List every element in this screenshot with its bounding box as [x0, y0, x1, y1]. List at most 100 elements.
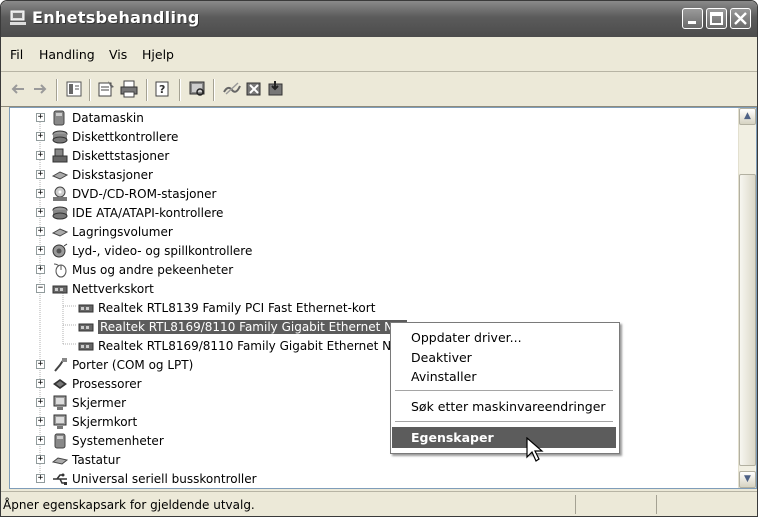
network-adapter-icon [78, 323, 94, 332]
tree-item-sound-video-game[interactable]: + Lyd-, video- og spillkontrollere [10, 242, 730, 261]
disable-device-icon[interactable] [223, 80, 241, 98]
expand-toggle[interactable]: + [36, 246, 45, 255]
expand-toggle[interactable]: + [36, 189, 45, 198]
tree-item-realtek-8169[interactable]: Realtek RTL8169/8110 Family Gigabit Ethe… [10, 337, 730, 356]
tree-item-system-devices[interactable]: + Systemenheter [10, 432, 730, 451]
maximize-button[interactable] [706, 8, 727, 29]
status-panel [575, 495, 656, 514]
tree-item-label: Diskstasjoner [72, 168, 153, 182]
menu-file[interactable]: Fil [10, 47, 23, 62]
expand-toggle[interactable]: + [36, 227, 45, 236]
toolbar-separator [89, 79, 91, 101]
back-arrow-icon[interactable] [9, 80, 27, 98]
expand-toggle[interactable]: + [36, 132, 45, 141]
tree-item-label: Realtek RTL8139 Family PCI Fast Ethernet… [98, 301, 376, 315]
update-driver-icon[interactable] [267, 80, 285, 98]
expand-toggle[interactable]: + [36, 398, 45, 407]
expand-toggle[interactable]: + [36, 360, 45, 369]
tree-item-label: IDE ATA/ATAPI-kontrollere [72, 206, 224, 220]
computer-icon [53, 110, 65, 126]
window-title: Enhetsbehandling [32, 8, 200, 27]
scroll-up-button[interactable]: ▲ [739, 108, 756, 125]
toolbar-separator [56, 79, 58, 101]
tree-item-label: Porter (COM og LPT) [72, 358, 194, 372]
tree-item-dvd-cd-drives[interactable]: + DVD-/CD-ROM-stasjoner [10, 185, 730, 204]
maximize-icon [710, 12, 723, 25]
expand-toggle[interactable]: + [36, 170, 45, 179]
svg-text:?: ? [159, 83, 165, 96]
tree-item-floppy-controllers[interactable]: + Diskettkontrollere [10, 128, 730, 147]
expand-toggle[interactable]: + [36, 379, 45, 388]
expand-toggle[interactable]: + [36, 265, 45, 274]
menu-separator [395, 421, 613, 422]
menu-view[interactable]: Vis [109, 47, 127, 62]
tree-item-mice[interactable]: + Mus og andre pekeenheter [10, 261, 730, 280]
tree-item-label: Diskettstasjoner [72, 149, 170, 163]
device-manager-window: Enhetsbehandling Fil Handling Vis Hjelp … [0, 0, 758, 517]
close-button[interactable] [730, 8, 751, 29]
tree-item-ports[interactable]: + Porter (COM og LPT) [10, 356, 730, 375]
properties-icon[interactable] [97, 80, 115, 98]
expand-toggle[interactable]: + [36, 436, 45, 445]
chevron-up-icon: ▲ [744, 111, 751, 121]
scroll-thumb[interactable] [739, 174, 756, 466]
tree-item-realtek-8139[interactable]: Realtek RTL8139 Family PCI Fast Ethernet… [10, 299, 730, 318]
tree-item-label: Prosessorer [72, 377, 142, 391]
vertical-scrollbar[interactable]: ▲ ▼ [738, 108, 756, 488]
tree-view-icon[interactable] [65, 80, 83, 98]
scroll-down-button[interactable]: ▼ [739, 471, 756, 488]
toolbar: ? [1, 72, 757, 107]
collapse-toggle[interactable]: − [36, 284, 45, 293]
expand-toggle[interactable]: + [36, 455, 45, 464]
tree-item-usb-controllers[interactable]: + Universal seriell busskontroller [10, 470, 730, 488]
computer-manager-icon [10, 10, 26, 25]
tree-item-keyboards[interactable]: + Tastatur [10, 451, 730, 470]
uninstall-icon[interactable] [245, 80, 263, 98]
scan-hardware-icon[interactable] [188, 80, 206, 98]
tree-item-display-adapters[interactable]: + Skjermkort [10, 413, 730, 432]
forward-arrow-icon[interactable] [31, 80, 49, 98]
keyboard-icon [52, 457, 68, 465]
menu-properties[interactable]: Egenskaper [392, 427, 616, 448]
expand-toggle[interactable]: + [36, 151, 45, 160]
toolbar-separator [146, 79, 148, 101]
tree-item-processors[interactable]: + Prosessorer [10, 375, 730, 394]
status-bar: Åpner egenskapsark for gjeldende utvalg. [1, 491, 757, 516]
network-adapter-icon [52, 285, 68, 294]
tree-item-disk-drives[interactable]: + Diskstasjoner [10, 166, 730, 185]
speaker-icon [52, 243, 68, 258]
expand-toggle[interactable]: + [36, 417, 45, 426]
tree-item-label: Datamaskin [72, 111, 144, 125]
menu-help[interactable]: Hjelp [142, 47, 174, 62]
mouse-icon [53, 263, 67, 278]
system-device-icon [54, 433, 66, 449]
tree-item-storage-volumes[interactable]: + Lagringsvolumer [10, 223, 730, 242]
menu-scan-hardware[interactable]: Søk etter maskinvareendringer [392, 396, 616, 417]
tree-item-label: Lyd-, video- og spillkontrollere [72, 244, 253, 258]
tree-item-computer[interactable]: + Datamaskin [10, 109, 730, 128]
print-icon[interactable] [120, 80, 138, 98]
tree-item-realtek-8169-selected[interactable]: Realtek RTL8169/8110 Family Gigabit Ethe… [10, 318, 730, 337]
expand-toggle[interactable]: + [36, 113, 45, 122]
menu-bar: Fil Handling Vis Hjelp [1, 38, 757, 72]
title-bar[interactable]: Enhetsbehandling [1, 1, 757, 37]
port-icon [54, 358, 67, 372]
tree-item-monitors[interactable]: + Skjermer [10, 394, 730, 413]
tree-item-floppy-drives[interactable]: + Diskettstasjoner [10, 147, 730, 166]
status-text: Åpner egenskapsark for gjeldende utvalg. [3, 498, 255, 512]
expand-toggle[interactable]: + [36, 208, 45, 217]
tree-item-ide-controllers[interactable]: + IDE ATA/ATAPI-kontrollere [10, 204, 730, 223]
help-icon[interactable]: ? [154, 80, 172, 98]
menu-action[interactable]: Handling [39, 47, 95, 62]
minimize-button[interactable] [682, 8, 703, 29]
network-adapter-icon [78, 342, 94, 351]
storage-volume-icon [52, 228, 68, 237]
disk-drive-icon [52, 171, 68, 180]
menu-update-driver[interactable]: Oppdater driver... [392, 327, 616, 348]
floppy-controller-icon [52, 130, 68, 144]
processor-icon [53, 379, 67, 389]
menu-uninstall[interactable]: Avinstaller [392, 366, 616, 387]
menu-disable[interactable]: Deaktiver [392, 347, 616, 368]
tree-item-network-adapters[interactable]: − Nettverkskort [10, 280, 730, 299]
expand-toggle[interactable]: + [36, 474, 45, 483]
